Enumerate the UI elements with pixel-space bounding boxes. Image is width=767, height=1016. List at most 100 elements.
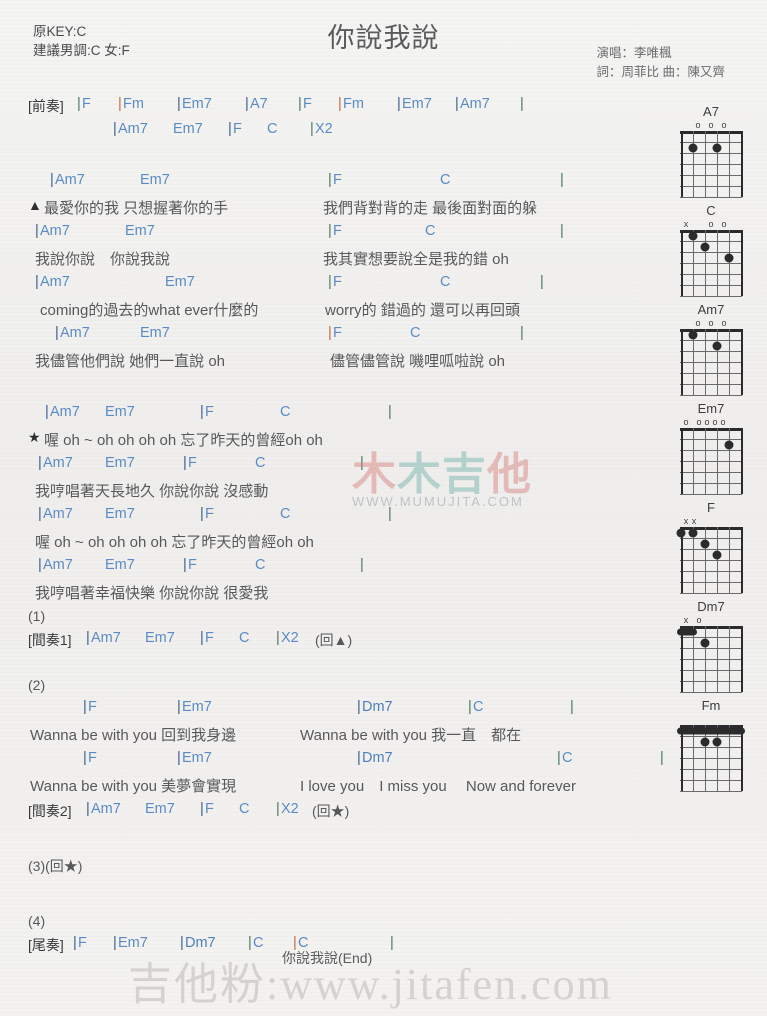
barline: | — [177, 96, 181, 112]
chord-C: C — [280, 506, 291, 522]
section-number-2: (2) — [28, 677, 46, 693]
lyric-line: 我說你說 你說我說 — [35, 251, 171, 268]
verse1c-lyrics: coming的過去的what ever什麼的 worry的 錯過的 還可以再回頭 — [0, 299, 672, 325]
section-marker-star: ★ — [28, 429, 41, 445]
end-label: 你說我說(End) — [282, 950, 373, 966]
bridge2-chords: | F | Em7 | Dm7 | C | — [0, 750, 672, 775]
chorus4-chords: | Am7 Em7 | F C | — [0, 557, 672, 582]
repeat-x2: X2 — [315, 121, 333, 137]
chord-C: C — [440, 172, 451, 188]
fretboard-grid — [680, 428, 743, 495]
open-string-icon: o — [696, 417, 702, 427]
lyric-line: 我哼唱著天長地久 你說你說 沒感動 — [35, 483, 269, 500]
barre-marker — [677, 628, 697, 635]
lyric-line: 我們背對背的走 最後面對面的躲 — [323, 200, 538, 217]
barline: | — [55, 325, 59, 341]
finger-dot — [676, 528, 686, 537]
chord-diagram-name: Dm7 — [697, 599, 725, 614]
lyric-line: 我其實想要說全是我的錯 oh — [323, 251, 509, 268]
finger-dot — [700, 242, 710, 251]
finger-dot — [688, 143, 698, 152]
barline: | — [397, 96, 401, 112]
chord-C: C — [410, 325, 421, 341]
barline: | — [328, 172, 332, 188]
open-string-markers: xx — [680, 516, 742, 527]
chord-Em7: Em7 — [140, 325, 170, 341]
barline: | — [177, 750, 181, 766]
chord-C: C — [255, 557, 266, 573]
intro-label: [前奏] — [28, 98, 64, 114]
barline: | — [183, 455, 187, 471]
chord-Am7: Am7 — [460, 96, 490, 112]
chorus2-chords: | Am7 Em7 | F C | — [0, 455, 672, 480]
chord-Fm: Fm — [123, 96, 144, 112]
chord-Em7: Em7 — [402, 96, 432, 112]
fretboard-grid — [676, 527, 743, 594]
chord-F: F — [303, 96, 312, 112]
open-string-icon: o — [721, 219, 727, 229]
barline: | — [360, 557, 364, 573]
lyric-line: coming的過去的what ever什麼的 — [40, 302, 259, 319]
barline: | — [328, 223, 332, 239]
chorus4-lyrics: 我哼唱著幸福快樂 你說你說 很愛我 — [0, 582, 672, 608]
chord-F: F — [333, 172, 342, 188]
lyric-line: 喔 oh ~ oh oh oh oh 忘了昨天的曾經oh oh — [44, 432, 323, 449]
open-string-icon: o — [708, 318, 714, 328]
chorus3-chords: | Am7 Em7 | F C | — [0, 506, 672, 531]
finger-dot — [688, 330, 698, 339]
barline: | — [248, 935, 252, 951]
barline: | — [338, 96, 342, 112]
chord-F: F — [82, 96, 91, 112]
barline: | — [38, 506, 42, 522]
barline: | — [520, 325, 524, 341]
open-string-icon: o — [695, 318, 701, 328]
repeat-star: (回★) — [312, 803, 350, 819]
chord-Em7: Em7 — [165, 274, 195, 290]
barline: | — [73, 935, 77, 951]
chord-C: C — [440, 274, 451, 290]
chord-Am7: Am7 — [55, 172, 85, 188]
open-string-icon: o — [696, 615, 702, 625]
barline: | — [77, 96, 81, 112]
barline: | — [560, 223, 564, 239]
chord-diagram-name: Am7 — [697, 302, 725, 317]
chord-Am7: Am7 — [118, 121, 148, 137]
lyric-line: Wanna be with you 我一直 都在 — [300, 727, 522, 744]
chord-diagram-dm7: Dm7 x o — [663, 599, 759, 693]
chord-diagram-am7: Am7 o o o — [663, 302, 759, 396]
barline: | — [200, 801, 204, 817]
chord-F: F — [233, 121, 242, 137]
chord-C: C — [239, 630, 250, 646]
finger-dot — [712, 550, 722, 559]
interlude2-row: [間奏2] | Am7 Em7 | F C | X2 (回★) — [0, 801, 672, 826]
barline: | — [200, 506, 204, 522]
fretboard-grid — [680, 230, 743, 297]
barline: | — [38, 455, 42, 471]
interlude1-label: [間奏1] — [28, 632, 72, 648]
barline: | — [357, 750, 361, 766]
chord-Em7: Em7 — [105, 404, 135, 420]
barline: | — [328, 274, 332, 290]
chord-diagram-c: Cx oo — [663, 203, 759, 297]
barline: | — [360, 455, 364, 471]
chord-Am7: Am7 — [40, 274, 70, 290]
barline: | — [177, 699, 181, 715]
bridge1-chords: | F | Em7 | Dm7 | C | — [0, 699, 672, 724]
barline: | — [180, 935, 184, 951]
chord-F: F — [88, 750, 97, 766]
credits: 演唱：李唯楓 詞：周菲比 曲：陳又齊 — [597, 44, 725, 82]
chord-Em7: Em7 — [105, 506, 135, 522]
chord-chart: [前奏] | F | Fm | Em7 | A7 | F | Fm | Em7 … — [0, 96, 672, 960]
chord-Em7: Em7 — [105, 455, 135, 471]
chord-Am7: Am7 — [91, 630, 121, 646]
open-string-icon: o — [708, 219, 714, 229]
chord-F: F — [205, 404, 214, 420]
chorus1-lyrics: ★ 喔 oh ~ oh oh oh oh 忘了昨天的曾經oh oh — [0, 429, 672, 455]
chord-diagram-name: C — [706, 203, 716, 218]
writer-line: 詞：周菲比 曲：陳又齊 — [596, 65, 725, 79]
lyric-line: 我哼唱著幸福快樂 你說你說 很愛我 — [35, 585, 269, 602]
chord-diagram-name: Em7 — [697, 401, 725, 416]
chord-F: F — [188, 557, 197, 573]
chord-Em7: Em7 — [145, 801, 175, 817]
barline: | — [83, 699, 87, 715]
